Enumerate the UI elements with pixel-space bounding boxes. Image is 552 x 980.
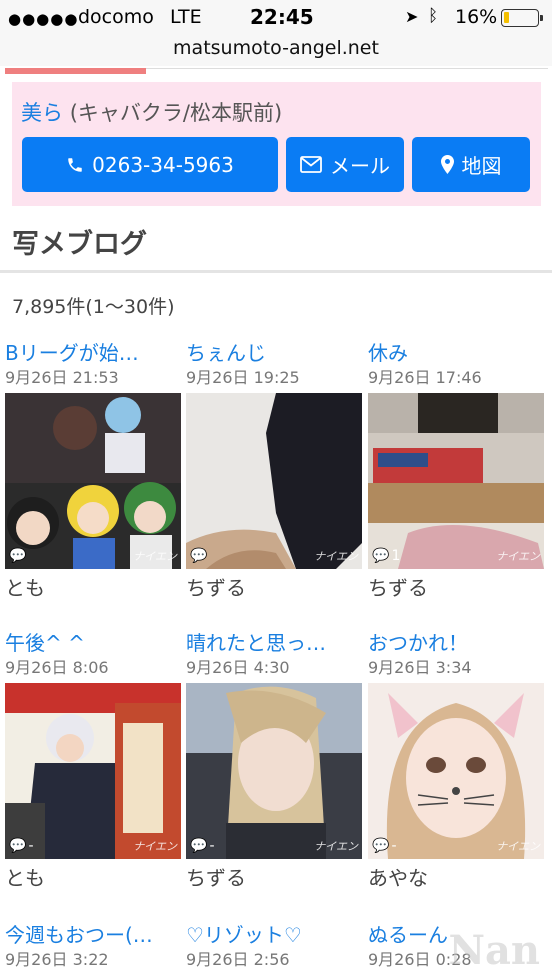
post-date: 9月26日 2:56	[186, 950, 290, 969]
blog-post[interactable]: 午後^ ^ 9月26日 8:06 💬 - ナイエン とも	[5, 630, 181, 891]
mail-label: メール	[330, 154, 390, 178]
phone-icon	[68, 157, 82, 172]
post-title[interactable]: 今週もおつー(…	[5, 922, 181, 949]
envelope-icon	[300, 156, 322, 173]
battery-percent: 16%	[455, 6, 498, 28]
post-title[interactable]: 晴れたと思っ…	[186, 630, 362, 657]
map-pin-icon	[440, 155, 454, 174]
clock: 22:45	[250, 5, 314, 29]
post-author[interactable]: ちずる	[186, 865, 362, 891]
post-thumbnail[interactable]: 💬 - ナイエン	[368, 683, 544, 859]
comment-count: 💬 -	[372, 838, 397, 854]
post-title[interactable]: Bリーグが始…	[5, 340, 181, 367]
post-author[interactable]: とも	[5, 575, 181, 601]
address-bar[interactable]: matsumoto-angel.net	[0, 36, 552, 66]
blog-post[interactable]: Bリーグが始… 9月26日 21:53 💬 ナイエン とも	[5, 340, 181, 601]
section-title: 写メブログ	[12, 229, 147, 260]
blog-post[interactable]: 休み 9月26日 17:46 💬 1 ナイエン ちずる	[368, 340, 544, 601]
shop-info-box: 美ら (キャバクラ/松本駅前) 0263-34-5963 メール 地図	[12, 82, 541, 206]
page-load-progress	[5, 68, 146, 74]
post-date: 9月26日 4:30	[186, 658, 290, 677]
shop-name-link[interactable]: 美ら	[21, 101, 63, 125]
location-arrow-icon: ➤	[405, 7, 419, 26]
post-author[interactable]: ちずる	[186, 575, 362, 601]
status-bar: ●●●●● docomo LTE 22:45 ➤ ᛒ 16%	[0, 0, 552, 36]
phone-number: 0263-34-5963	[92, 152, 234, 177]
blog-post[interactable]: ♡リゾット♡ 9月26日 2:56	[186, 922, 362, 971]
thumbnail-watermark: ナイエン	[314, 840, 358, 853]
post-author[interactable]: とも	[5, 865, 181, 891]
comment-count: 💬	[190, 548, 209, 564]
post-thumbnail[interactable]: 💬 - ナイエン	[5, 683, 181, 859]
battery-icon	[501, 9, 543, 27]
mail-button[interactable]: メール	[286, 137, 404, 192]
blog-post[interactable]: ちぇんじ 9月26日 19:25 💬 ナイエン ちずる	[186, 340, 362, 601]
post-thumbnail[interactable]: 💬 ナイエン	[186, 393, 362, 569]
map-label: 地図	[461, 154, 502, 178]
post-date: 9月26日 17:46	[368, 368, 482, 387]
post-author[interactable]: ちずる	[368, 575, 544, 601]
speech-bubble-icon: 💬	[372, 548, 390, 564]
post-title[interactable]: ちぇんじ	[186, 340, 362, 367]
post-title[interactable]: 休み	[368, 340, 544, 367]
thumbnail-watermark: ナイエン	[314, 550, 358, 563]
comment-count: 💬 1	[372, 548, 401, 564]
comment-count: 💬 -	[190, 838, 215, 854]
post-thumbnail[interactable]: 💬 1 ナイエン	[368, 393, 544, 569]
post-thumbnail[interactable]: 💬 - ナイエン	[186, 683, 362, 859]
post-date: 9月26日 19:25	[186, 368, 300, 387]
map-button[interactable]: 地図	[412, 137, 530, 192]
signal-strength: ●●●●●	[8, 10, 79, 28]
speech-bubble-icon: 💬	[190, 548, 208, 564]
network-label: LTE	[170, 6, 202, 28]
comment-count: 💬 -	[9, 838, 34, 854]
post-count: 7,895件(1〜30件)	[12, 296, 175, 318]
thumbnail-watermark: ナイエン	[133, 550, 177, 563]
post-author[interactable]: あやな	[368, 865, 544, 891]
blog-post[interactable]: 今週もおつー(… 9月26日 3:22	[5, 922, 181, 971]
bluetooth-icon: ᛒ	[428, 6, 439, 26]
comment-count: 💬	[9, 548, 28, 564]
post-thumbnail[interactable]: 💬 ナイエン	[5, 393, 181, 569]
speech-bubble-icon: 💬	[190, 838, 208, 854]
speech-bubble-icon: 💬	[9, 548, 27, 564]
shop-title: 美ら (キャバクラ/松本駅前)	[21, 97, 282, 127]
post-date: 9月26日 3:22	[5, 950, 109, 969]
thumbnail-watermark: ナイエン	[133, 840, 177, 853]
post-date: 9月26日 21:53	[5, 368, 119, 387]
post-date: 9月26日 3:34	[368, 658, 472, 677]
post-title[interactable]: おつかれ！	[368, 630, 544, 657]
post-title[interactable]: ♡リゾット♡	[186, 922, 362, 949]
phone-button[interactable]: 0263-34-5963	[22, 137, 278, 192]
post-title[interactable]: 午後^ ^	[5, 630, 181, 657]
site-watermark: Nan	[448, 927, 540, 974]
thumbnail-watermark: ナイエン	[496, 840, 540, 853]
progress-track	[146, 68, 548, 69]
section-divider	[0, 270, 552, 273]
post-date: 9月26日 8:06	[5, 658, 109, 677]
shop-meta: (キャバクラ/松本駅前)	[69, 101, 283, 125]
thumbnail-watermark: ナイエン	[496, 550, 540, 563]
speech-bubble-icon: 💬	[372, 838, 390, 854]
carrier-label: docomo	[78, 6, 154, 28]
speech-bubble-icon: 💬	[9, 838, 27, 854]
blog-post[interactable]: 晴れたと思っ… 9月26日 4:30 💬 - ナイエン ちずる	[186, 630, 362, 891]
blog-post[interactable]: おつかれ！ 9月26日 3:34 💬 - ナイエン あやな	[368, 630, 544, 891]
url-text: matsumoto-angel.net	[173, 37, 379, 59]
